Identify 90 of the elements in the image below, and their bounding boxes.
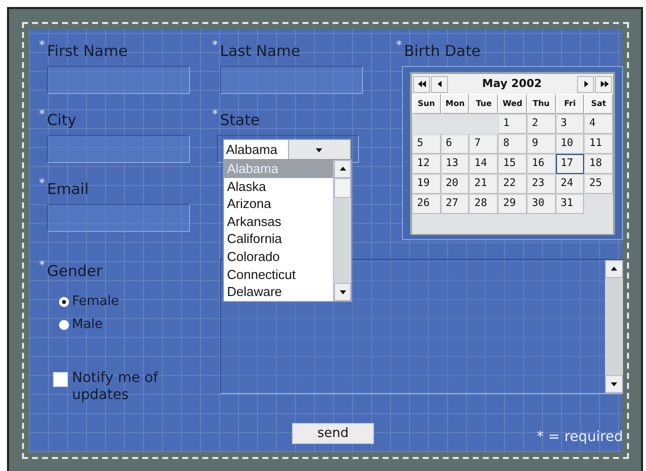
required-mark: *: [39, 39, 46, 51]
dropdown-option[interactable]: Delaware: [224, 283, 333, 301]
calendar-day[interactable]: 21: [469, 174, 498, 194]
weekday-header: Sun: [412, 94, 441, 114]
field-label: Last Name: [220, 41, 300, 61]
calendar-day[interactable]: 9: [526, 134, 556, 154]
scroll-up-button[interactable]: [605, 260, 623, 278]
calendar-day[interactable]: 24: [556, 174, 584, 194]
required-note: * = required: [536, 428, 623, 446]
field-label: First Name: [47, 41, 128, 61]
calendar-day[interactable]: 28: [469, 194, 498, 214]
dropdown-option[interactable]: Connecticut: [224, 266, 333, 284]
weekday-header: Thu: [526, 94, 556, 114]
dropdown-option[interactable]: Colorado: [224, 248, 333, 266]
calendar-day[interactable]: 7: [469, 134, 498, 154]
scroll-down-icon: [338, 288, 346, 296]
double-left-arrow-icon: [416, 80, 428, 88]
weekday-header: Wed: [498, 94, 527, 114]
calendar-day[interactable]: 8: [498, 134, 527, 154]
calendar-day[interactable]: 30: [526, 194, 556, 214]
scroll-up-button[interactable]: [334, 160, 351, 178]
field-label: City: [47, 110, 76, 130]
checkbox-label: Notify me of updates: [72, 370, 160, 404]
dropdown-option[interactable]: Arizona: [224, 195, 333, 213]
radio-button[interactable]: [59, 320, 69, 330]
scrollbar-thumb[interactable]: [334, 178, 351, 198]
calendar-day[interactable]: 17: [556, 154, 584, 174]
scroll-up-icon: [610, 265, 618, 273]
dropdown-option[interactable]: Arkansas: [224, 212, 333, 230]
calendar-day[interactable]: 15: [498, 154, 527, 174]
calendar-day[interactable]: 14: [469, 154, 498, 174]
calendar-day[interactable]: 19: [412, 174, 441, 194]
calendar-day[interactable]: 31: [556, 194, 584, 214]
calendar-day[interactable]: 25: [584, 174, 613, 194]
required-mark: *: [39, 259, 46, 271]
previous-month-button[interactable]: [431, 76, 448, 92]
required-mark: *: [39, 108, 46, 120]
calendar-day[interactable]: 18: [584, 154, 613, 174]
send-button[interactable]: send: [292, 422, 374, 444]
field-label: State: [220, 110, 260, 130]
field-label: Email: [47, 179, 89, 199]
state-dropdown[interactable]: Alabama: [223, 139, 351, 160]
previous-year-button[interactable]: [413, 76, 430, 92]
calendar-day[interactable]: 12: [412, 154, 441, 174]
required-mark: *: [39, 177, 46, 189]
weekday-header: Tue: [469, 94, 498, 114]
right-arrow-icon: [582, 80, 590, 88]
calendar-day[interactable]: 11: [584, 134, 613, 154]
required-mark: *: [396, 39, 403, 51]
calendar-day[interactable]: 16: [526, 154, 556, 174]
scroll-down-button[interactable]: [605, 375, 623, 393]
calendar-day[interactable]: 6: [440, 134, 470, 154]
calendar-day[interactable]: 3: [556, 114, 584, 134]
weekday-header: Fri: [556, 94, 584, 114]
field-label: Gender: [47, 261, 102, 281]
required-mark: *: [212, 108, 219, 120]
caret-icon: [315, 146, 324, 154]
radio-button[interactable]: [59, 296, 69, 306]
calendar-day[interactable]: 23: [526, 174, 556, 194]
scroll-down-button[interactable]: [334, 283, 351, 301]
required-mark: *: [212, 39, 219, 51]
calendar-title: May 2002: [481, 76, 543, 92]
calendar-day[interactable]: 13: [440, 154, 470, 174]
text-field[interactable]: [47, 66, 190, 94]
calendar-day[interactable]: 29: [498, 194, 527, 214]
calendar-day[interactable]: 20: [440, 174, 470, 194]
calendar-day[interactable]: 1: [498, 114, 527, 134]
radio-label: Male: [72, 316, 103, 334]
calendar-day[interactable]: 4: [584, 114, 613, 134]
calendar-day[interactable]: 10: [556, 134, 584, 154]
checkbox[interactable]: [53, 372, 68, 387]
calendar-day[interactable]: 22: [498, 174, 527, 194]
left-arrow-icon: [436, 80, 444, 88]
text-field[interactable]: [47, 135, 190, 163]
weekday-header: Sat: [584, 94, 613, 114]
dropdown-option[interactable]: California: [224, 230, 333, 248]
next-year-button[interactable]: [595, 76, 612, 92]
scroll-down-icon: [610, 380, 618, 388]
weekday-header: Mon: [440, 94, 470, 114]
dropdown-option[interactable]: Alaska: [224, 178, 333, 196]
text-field[interactable]: [220, 66, 363, 94]
calendar-day[interactable]: 5: [412, 134, 441, 154]
text-field[interactable]: [47, 204, 190, 232]
next-month-button[interactable]: [577, 76, 594, 92]
radio-label: Female: [72, 292, 120, 311]
calendar-day[interactable]: 2: [526, 114, 556, 134]
field-label: Birth Date: [404, 41, 481, 61]
calendar-day[interactable]: 27: [440, 194, 470, 214]
calendar-day[interactable]: 26: [412, 194, 441, 214]
scroll-up-icon: [338, 165, 346, 173]
